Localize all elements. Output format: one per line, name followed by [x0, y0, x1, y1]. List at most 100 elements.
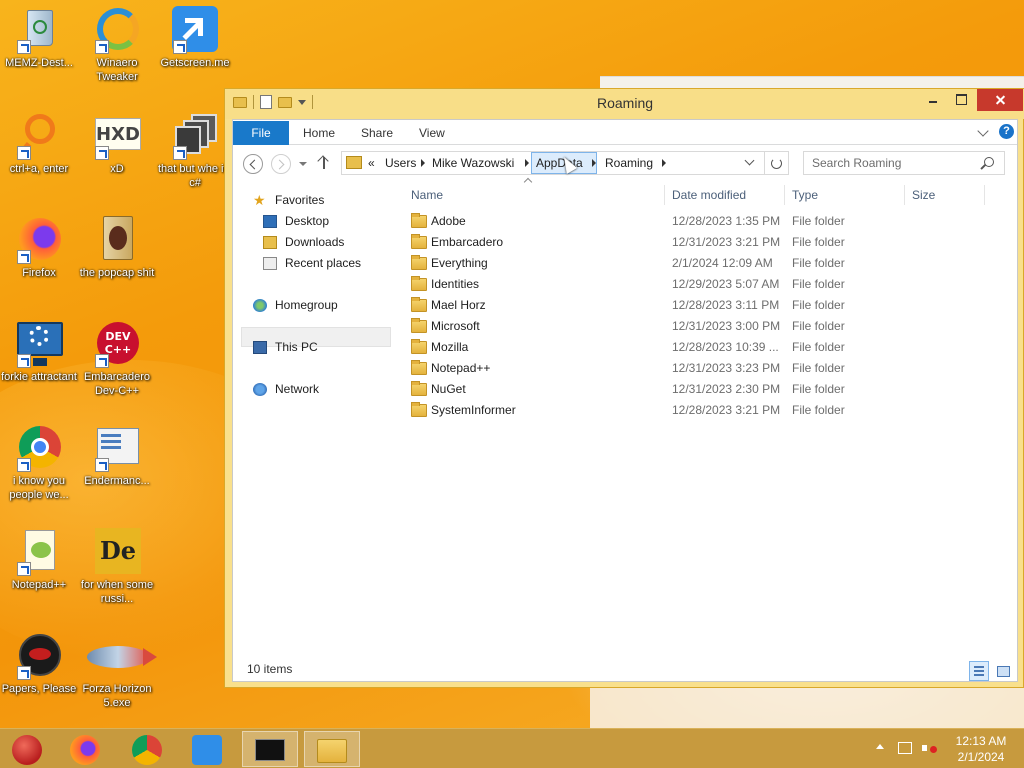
- table-row[interactable]: Mozilla 12/28/2023 10:39 ... File folder: [411, 337, 1001, 358]
- tab-file[interactable]: File: [233, 121, 289, 145]
- forward-button[interactable]: [271, 154, 291, 174]
- file-date: 12/31/2023 2:30 PM: [672, 382, 781, 396]
- table-row[interactable]: Microsoft 12/31/2023 3:00 PM File folder: [411, 316, 1001, 337]
- column-header-type[interactable]: Type: [792, 181, 818, 209]
- popcap-icon: [93, 216, 141, 264]
- recent-locations-dropdown-icon[interactable]: [299, 162, 307, 166]
- volume-muted-icon[interactable]: [922, 742, 937, 754]
- search-placeholder: Search Roaming: [812, 156, 902, 170]
- tab-share[interactable]: Share: [361, 121, 393, 145]
- table-row[interactable]: SystemInformer 12/28/2023 3:21 PM File f…: [411, 400, 1001, 421]
- desktop-icon-de[interactable]: De for when some russi...: [78, 528, 156, 606]
- taskbar-app-firefox[interactable]: [58, 731, 114, 767]
- firefox-icon: [15, 216, 63, 264]
- column-divider[interactable]: [904, 185, 905, 205]
- column-divider[interactable]: [784, 185, 785, 205]
- taskbar-app-getscreen[interactable]: [180, 731, 236, 767]
- magnifier-icon: [15, 112, 63, 160]
- computer-icon: [253, 341, 267, 354]
- tab-home[interactable]: Home: [303, 121, 335, 145]
- column-divider[interactable]: [984, 185, 985, 205]
- winaero-tweaker-icon: [93, 6, 141, 54]
- search-input[interactable]: Search Roaming: [803, 151, 1005, 175]
- folder-icon: [411, 318, 427, 333]
- help-icon[interactable]: ?: [999, 124, 1014, 139]
- breadcrumb-separator-icon[interactable]: [421, 159, 425, 167]
- desktop-icon-devcpp[interactable]: DEV C++ Embarcadero Dev-C++: [78, 320, 156, 398]
- close-button[interactable]: [977, 89, 1023, 111]
- file-date: 12/28/2023 10:39 ...: [672, 340, 779, 354]
- table-row[interactable]: NuGet 12/31/2023 2:30 PM File folder: [411, 379, 1001, 400]
- breadcrumb-overflow[interactable]: «: [368, 152, 375, 174]
- desktop-icon-getscreen[interactable]: Getscreen.me: [156, 6, 234, 70]
- large-icons-view-button[interactable]: [993, 661, 1013, 681]
- refresh-button[interactable]: [765, 151, 789, 175]
- downloads-icon: [263, 236, 277, 249]
- taskbar-app-command-prompt[interactable]: [242, 731, 298, 767]
- breadcrumb-separator-icon[interactable]: [525, 159, 529, 167]
- address-dropdown-icon[interactable]: [744, 155, 755, 166]
- title-bar[interactable]: Roaming: [225, 89, 1024, 119]
- show-hidden-icons-icon[interactable]: [876, 744, 884, 749]
- search-icon[interactable]: [984, 157, 994, 167]
- file-type: File folder: [792, 382, 845, 396]
- table-row[interactable]: Embarcadero 12/31/2023 3:21 PM File fold…: [411, 232, 1001, 253]
- maximize-button[interactable]: [947, 89, 975, 111]
- breadcrumb-separator-icon[interactable]: [592, 159, 596, 167]
- column-header-size[interactable]: Size: [912, 181, 935, 209]
- desktop-icon-label: i know you people we...: [9, 475, 69, 501]
- file-name: Identities: [431, 277, 480, 291]
- nav-label: Desktop: [285, 214, 330, 228]
- breadcrumb-users[interactable]: Users: [385, 152, 416, 174]
- fish-icon: [87, 632, 157, 680]
- desktop-icon-label: Notepad++: [11, 579, 67, 591]
- desktop-icon-xd[interactable]: HXD xD: [78, 112, 156, 176]
- taskbar-app-file-explorer[interactable]: [304, 731, 360, 767]
- folder-icon: [411, 297, 427, 312]
- column-header-name[interactable]: Name: [411, 181, 443, 209]
- desktop-icon-endermanch[interactable]: Endermanc...: [78, 424, 156, 488]
- network-status-icon[interactable]: [898, 742, 912, 754]
- column-header-date-modified[interactable]: Date modified: [672, 181, 746, 209]
- taskbar-app-memz[interactable]: [0, 731, 56, 767]
- desktop-icon-label: MEMZ-Dest...: [5, 57, 73, 69]
- desktop-icon-label: that but whe its c#: [158, 163, 232, 189]
- table-row[interactable]: Mael Horz 12/28/2023 3:11 PM File folder: [411, 295, 1001, 316]
- desktop-icon-ctrl-a-enter[interactable]: ctrl+a, enter: [0, 112, 78, 176]
- breadcrumb-user[interactable]: Mike Wazowski: [432, 152, 514, 174]
- item-count: 10 items: [247, 662, 293, 676]
- minimize-button[interactable]: [919, 89, 947, 111]
- file-date: 2/1/2024 12:09 AM: [672, 256, 773, 270]
- table-row[interactable]: Adobe 12/28/2023 1:35 PM File folder: [411, 211, 1001, 232]
- up-button[interactable]: [317, 154, 331, 172]
- status-bar: 10 items: [233, 659, 1017, 681]
- desktop-icon-csharp[interactable]: that but whe its c#: [156, 112, 234, 190]
- breadcrumb-separator-icon[interactable]: [662, 159, 666, 167]
- desktop-icon-popcap[interactable]: the popcap shit: [78, 216, 156, 280]
- breadcrumb-roaming[interactable]: Roaming: [605, 152, 653, 174]
- firefox-icon: [70, 735, 100, 765]
- taskbar-app-chrome[interactable]: [120, 731, 176, 767]
- taskbar-clock[interactable]: 12:13 AM 2/1/2024: [946, 733, 1016, 765]
- details-view-button[interactable]: [969, 661, 989, 681]
- table-row[interactable]: Everything 2/1/2024 12:09 AM File folder: [411, 253, 1001, 274]
- file-type: File folder: [792, 361, 845, 375]
- back-button[interactable]: [243, 154, 263, 174]
- desktop-icon-memz[interactable]: MEMZ-Dest...: [0, 6, 78, 70]
- desktop-icon-forkie[interactable]: forkie attractant: [0, 320, 78, 384]
- breadcrumb-appdata[interactable]: AppData: [536, 152, 583, 174]
- expand-ribbon-chevron-icon[interactable]: [977, 125, 989, 137]
- file-explorer-icon: [317, 739, 347, 763]
- desktop-icon-winaero[interactable]: Winaero Tweaker: [78, 6, 156, 84]
- address-bar[interactable]: « Users Mike Wazowski AppData Roaming: [341, 151, 765, 175]
- table-row[interactable]: Identities 12/29/2023 5:07 AM File folde…: [411, 274, 1001, 295]
- desktop-icon-notepad-plus-plus[interactable]: Notepad++: [0, 528, 78, 592]
- desktop-icon-papers-please[interactable]: Papers, Please: [0, 632, 78, 696]
- desktop-icon-firefox[interactable]: Firefox: [0, 216, 78, 280]
- table-row[interactable]: Notepad++ 12/31/2023 3:23 PM File folder: [411, 358, 1001, 379]
- background-window-bottom: [590, 686, 1024, 728]
- tab-view[interactable]: View: [419, 121, 445, 145]
- column-divider[interactable]: [664, 185, 665, 205]
- desktop-icon-forza[interactable]: Forza Horizon 5.exe: [78, 632, 157, 710]
- desktop-icon-chrome[interactable]: i know you people we...: [0, 424, 78, 502]
